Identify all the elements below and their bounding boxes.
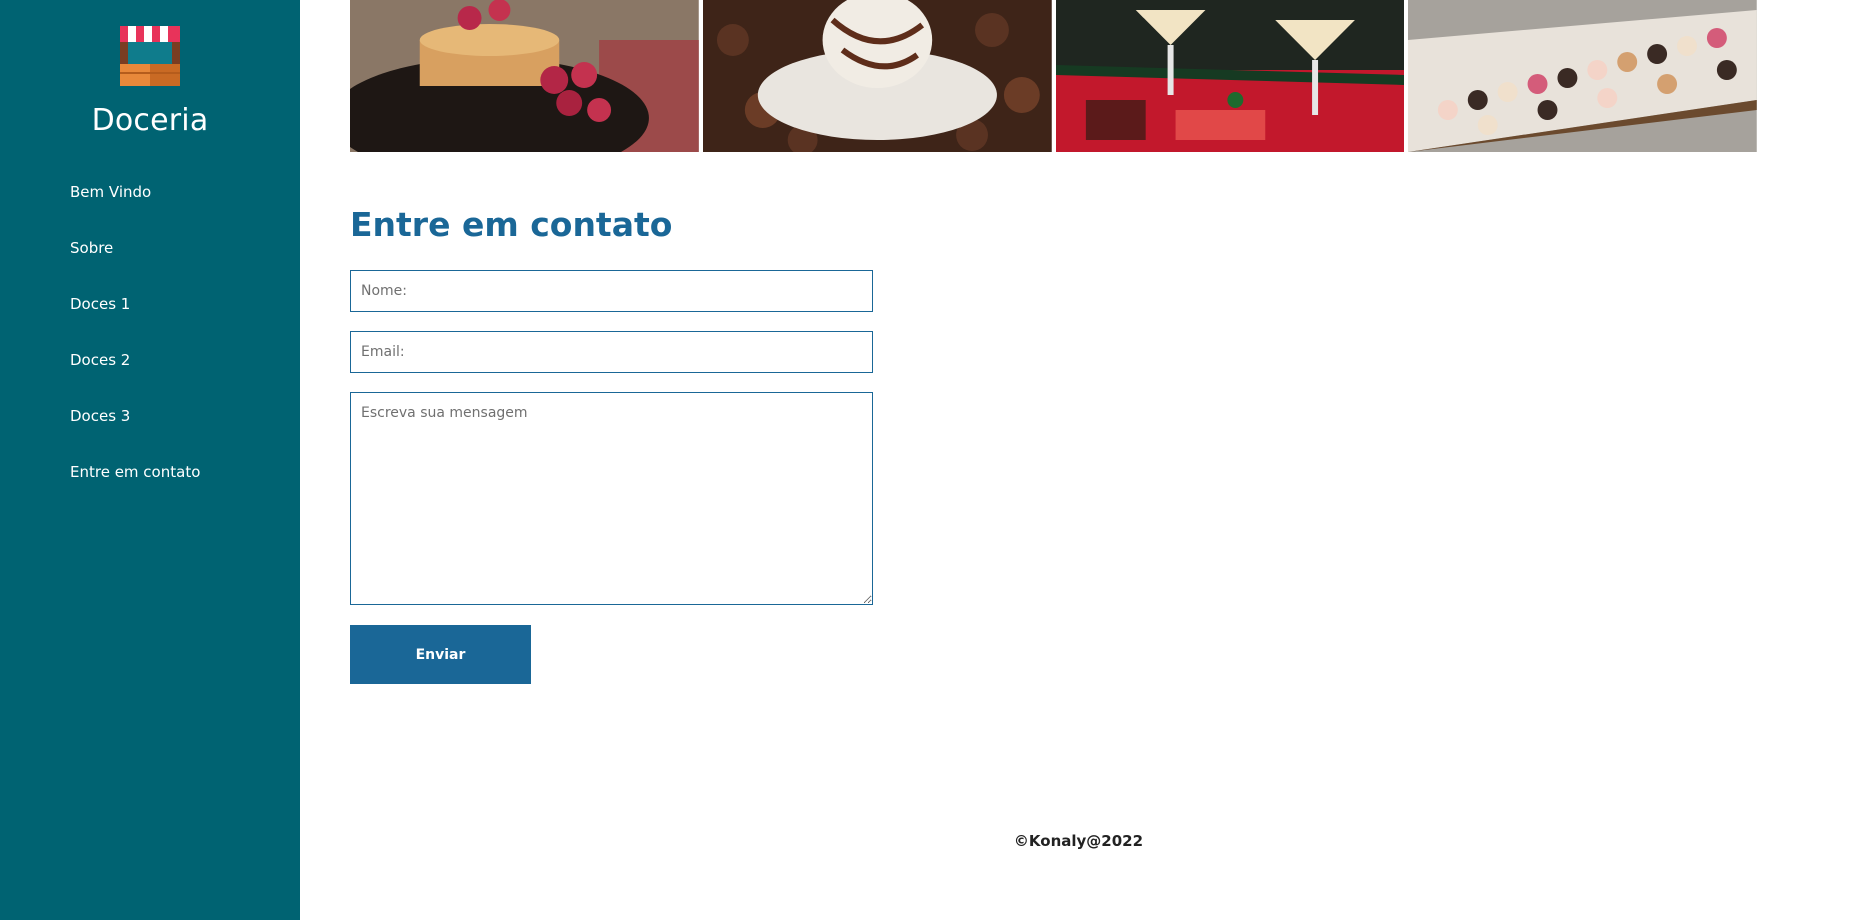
email-input[interactable]: [350, 331, 873, 373]
sidebar-item-bem-vindo[interactable]: Bem Vindo: [70, 183, 200, 239]
sidebar-nav: Bem Vindo Sobre Doces 1 Doces 2 Doces 3 …: [70, 183, 200, 519]
gallery-image-donut-table: [1408, 0, 1757, 152]
photo-gallery: [350, 0, 1757, 152]
name-input[interactable]: [350, 270, 873, 312]
shop-stall-icon[interactable]: [120, 26, 180, 86]
message-textarea[interactable]: [350, 392, 873, 605]
sidebar-item-doces-1[interactable]: Doces 1: [70, 295, 200, 351]
gallery-image-christmas-desserts: [1055, 0, 1405, 152]
brand-name: Doceria: [91, 103, 209, 138]
sidebar-item-doces-2[interactable]: Doces 2: [70, 351, 200, 407]
sidebar: Doceria Bem Vindo Sobre Doces 1 Doces 2 …: [0, 0, 300, 920]
gallery-image-pancakes: [350, 0, 699, 152]
sidebar-item-contato[interactable]: Entre em contato: [70, 463, 200, 519]
submit-button[interactable]: Enviar: [350, 625, 531, 684]
sidebar-item-sobre[interactable]: Sobre: [70, 239, 200, 295]
sidebar-item-doces-3[interactable]: Doces 3: [70, 407, 200, 463]
contact-title: Entre em contato: [350, 205, 673, 244]
footer-copyright: ©Konaly@2022: [1013, 832, 1144, 850]
gallery-image-chocolate-dessert: [702, 0, 1052, 152]
